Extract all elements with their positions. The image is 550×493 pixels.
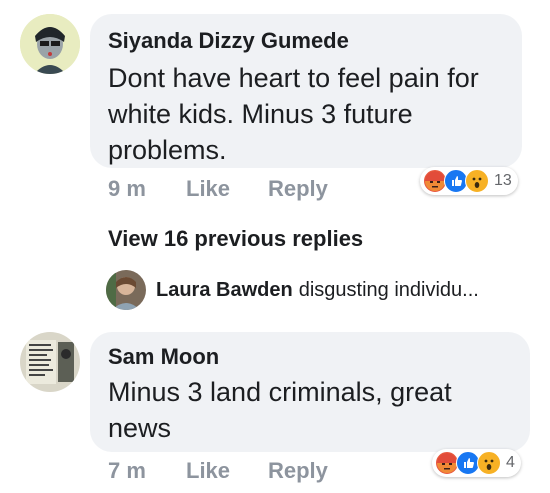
like-button[interactable]: Like bbox=[186, 458, 230, 484]
comment-bubble: Siyanda Dizzy Gumede Dont have heart to … bbox=[90, 14, 522, 168]
comment-text: Minus 3 land criminals, great news bbox=[108, 377, 452, 443]
reaction-count: 13 bbox=[494, 172, 512, 189]
wow-icon bbox=[477, 451, 501, 475]
comment-actions: 7 m Like Reply bbox=[108, 458, 408, 486]
avatar[interactable] bbox=[20, 332, 80, 392]
timestamp[interactable]: 9 m bbox=[108, 176, 146, 202]
view-previous-replies-link[interactable]: View 16 previous replies bbox=[108, 226, 363, 252]
avatar-image bbox=[20, 332, 80, 392]
comment-bubble: Sam Moon Minus 3 land criminals, great n… bbox=[90, 332, 530, 452]
wow-icon bbox=[465, 169, 489, 193]
reaction-count: 4 bbox=[506, 454, 515, 471]
reactions-summary[interactable]: 13 bbox=[420, 167, 518, 195]
avatar[interactable] bbox=[106, 270, 146, 310]
comment-author[interactable]: Siyanda Dizzy Gumede bbox=[108, 28, 502, 54]
avatar-image bbox=[106, 270, 146, 310]
avatar[interactable] bbox=[20, 14, 80, 74]
comment-text: Dont have heart to feel pain for white k… bbox=[108, 63, 479, 165]
timestamp[interactable]: 7 m bbox=[108, 458, 146, 484]
reply-preview[interactable]: Laura Bawden disgusting individu... bbox=[106, 270, 479, 310]
reply-snippet: disgusting individu... bbox=[298, 278, 479, 301]
comment-actions: 9 m Like Reply bbox=[108, 176, 408, 204]
reply-button[interactable]: Reply bbox=[268, 176, 328, 202]
like-button[interactable]: Like bbox=[186, 176, 230, 202]
reply-author[interactable]: Laura Bawden bbox=[156, 279, 293, 302]
reply-button[interactable]: Reply bbox=[268, 458, 328, 484]
reactions-summary[interactable]: 4 bbox=[432, 449, 521, 477]
comment-author[interactable]: Sam Moon bbox=[108, 344, 510, 370]
avatar-image bbox=[20, 14, 80, 74]
